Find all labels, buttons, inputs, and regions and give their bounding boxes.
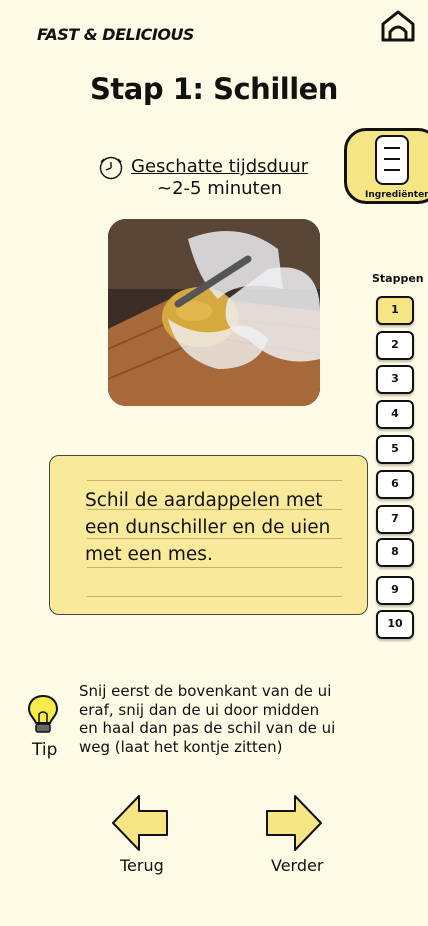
back-button-label[interactable]: Terug	[120, 856, 164, 875]
instruction-card: Schil de aardappelen met een dunschiller…	[49, 455, 368, 615]
step-button-3[interactable]: 3	[376, 365, 414, 394]
back-arrow-icon[interactable]	[111, 794, 169, 852]
page-title: Stap 1: Schillen	[90, 72, 338, 106]
step-button-8[interactable]: 8	[376, 538, 414, 567]
lightbulb-icon	[27, 694, 59, 733]
tip-label: Tip	[32, 740, 58, 760]
step-button-6[interactable]: 6	[376, 470, 414, 499]
home-icon[interactable]	[381, 10, 415, 42]
step-photo	[108, 219, 320, 406]
next-arrow-icon[interactable]	[265, 794, 323, 852]
step-button-5[interactable]: 5	[376, 435, 414, 464]
ingredients-button-label: Ingrediënten	[365, 190, 428, 200]
step-button-9[interactable]: 9	[376, 576, 414, 605]
next-button-label[interactable]: Verder	[271, 856, 323, 875]
step-button-10[interactable]: 10	[376, 610, 414, 639]
duration-label: Geschatte tijdsduur	[131, 156, 309, 177]
instruction-text: Schil de aardappelen met een dunschiller…	[85, 490, 331, 565]
step-button-1[interactable]: 1	[376, 296, 414, 325]
ingredients-button[interactable]: Ingrediënten	[344, 128, 428, 204]
tip-text: Snij eerst de bovenkant van de ui eraf, …	[79, 682, 336, 756]
clock-icon	[99, 156, 123, 180]
step-button-4[interactable]: 4	[376, 400, 414, 429]
step-button-7[interactable]: 7	[376, 505, 414, 534]
list-icon	[375, 135, 409, 185]
duration-value: ~2-5 minuten	[157, 178, 283, 199]
steps-label: Stappen	[372, 272, 424, 285]
step-button-2[interactable]: 2	[376, 331, 414, 360]
brand-logo: FAST & DELICIOUS	[37, 25, 194, 44]
